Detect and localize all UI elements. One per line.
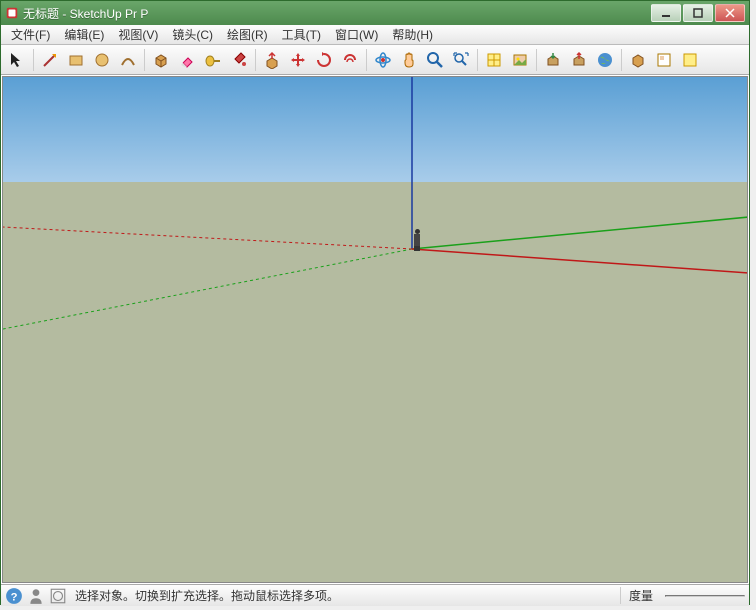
- extension-warehouse-icon[interactable]: [626, 48, 650, 72]
- move-tool-icon[interactable]: [286, 48, 310, 72]
- measurement-label: 度量: [620, 587, 661, 604]
- menu-edit[interactable]: 编辑(E): [58, 25, 110, 44]
- separator-icon: [536, 49, 537, 71]
- app-window: 无标题 - SketchUp Pr P 文件(F) 编辑(E) 视图(V) 镜头…: [0, 0, 750, 605]
- measurement-input[interactable]: [665, 595, 745, 597]
- red-axis: [412, 249, 747, 273]
- offset-tool-icon[interactable]: [338, 48, 362, 72]
- window-title: 无标题 - SketchUp Pr P: [23, 5, 651, 22]
- menu-window[interactable]: 窗口(W): [329, 25, 384, 44]
- geo-icon[interactable]: [49, 587, 67, 605]
- separator-icon: [255, 49, 256, 71]
- green-axis: [412, 217, 747, 249]
- window-controls: [651, 4, 745, 22]
- red-axis-neg: [3, 227, 412, 249]
- style-builder-icon[interactable]: [678, 48, 702, 72]
- menubar: 文件(F) 编辑(E) 视图(V) 镜头(C) 绘图(R) 工具(T) 窗口(W…: [1, 25, 749, 45]
- separator-icon: [144, 49, 145, 71]
- arc-tool-icon[interactable]: [116, 48, 140, 72]
- close-button[interactable]: [715, 4, 745, 22]
- menu-draw[interactable]: 绘图(R): [221, 25, 274, 44]
- maximize-button[interactable]: [683, 4, 713, 22]
- separator-icon: [33, 49, 34, 71]
- axes-overlay: [3, 77, 747, 582]
- separator-icon: [621, 49, 622, 71]
- separator-icon: [366, 49, 367, 71]
- preview-in-earth-icon[interactable]: [593, 48, 617, 72]
- statusbar: ? 选择对象。切换到扩充选择。拖动鼠标选择多项。 度量: [1, 584, 749, 606]
- layout-icon[interactable]: [652, 48, 676, 72]
- pushpull-tool-icon[interactable]: [260, 48, 284, 72]
- eraser-tool-icon[interactable]: [175, 48, 199, 72]
- rotate-tool-icon[interactable]: [312, 48, 336, 72]
- tape-measure-icon[interactable]: [201, 48, 225, 72]
- select-tool-icon[interactable]: [5, 48, 29, 72]
- circle-tool-icon[interactable]: [90, 48, 114, 72]
- menu-camera[interactable]: 镜头(C): [166, 25, 219, 44]
- svg-text:?: ?: [11, 591, 18, 603]
- viewport[interactable]: [2, 76, 748, 583]
- minimize-button[interactable]: [651, 4, 681, 22]
- rectangle-tool-icon[interactable]: [64, 48, 88, 72]
- titlebar[interactable]: 无标题 - SketchUp Pr P: [1, 1, 749, 25]
- user-icon[interactable]: [27, 587, 45, 605]
- photo-textures-icon[interactable]: [508, 48, 532, 72]
- menu-help[interactable]: 帮助(H): [386, 25, 439, 44]
- toolbar: [1, 45, 749, 75]
- 3d-warehouse-share-icon[interactable]: [567, 48, 591, 72]
- scale-figure[interactable]: [412, 229, 422, 251]
- zoom-tool-icon[interactable]: [423, 48, 447, 72]
- line-tool-icon[interactable]: [38, 48, 62, 72]
- make-component-icon[interactable]: [149, 48, 173, 72]
- menu-tools[interactable]: 工具(T): [276, 25, 327, 44]
- status-hint: 选择对象。切换到扩充选择。拖动鼠标选择多项。: [71, 587, 616, 604]
- pan-tool-icon[interactable]: [397, 48, 421, 72]
- orbit-tool-icon[interactable]: [371, 48, 395, 72]
- get-location-icon[interactable]: [482, 48, 506, 72]
- paint-bucket-icon[interactable]: [227, 48, 251, 72]
- green-axis-neg: [3, 249, 412, 329]
- app-icon: [5, 6, 19, 20]
- help-icon[interactable]: ?: [5, 587, 23, 605]
- menu-view[interactable]: 视图(V): [112, 25, 164, 44]
- zoom-extents-icon[interactable]: [449, 48, 473, 72]
- 3d-warehouse-get-icon[interactable]: [541, 48, 565, 72]
- separator-icon: [477, 49, 478, 71]
- menu-file[interactable]: 文件(F): [5, 25, 56, 44]
